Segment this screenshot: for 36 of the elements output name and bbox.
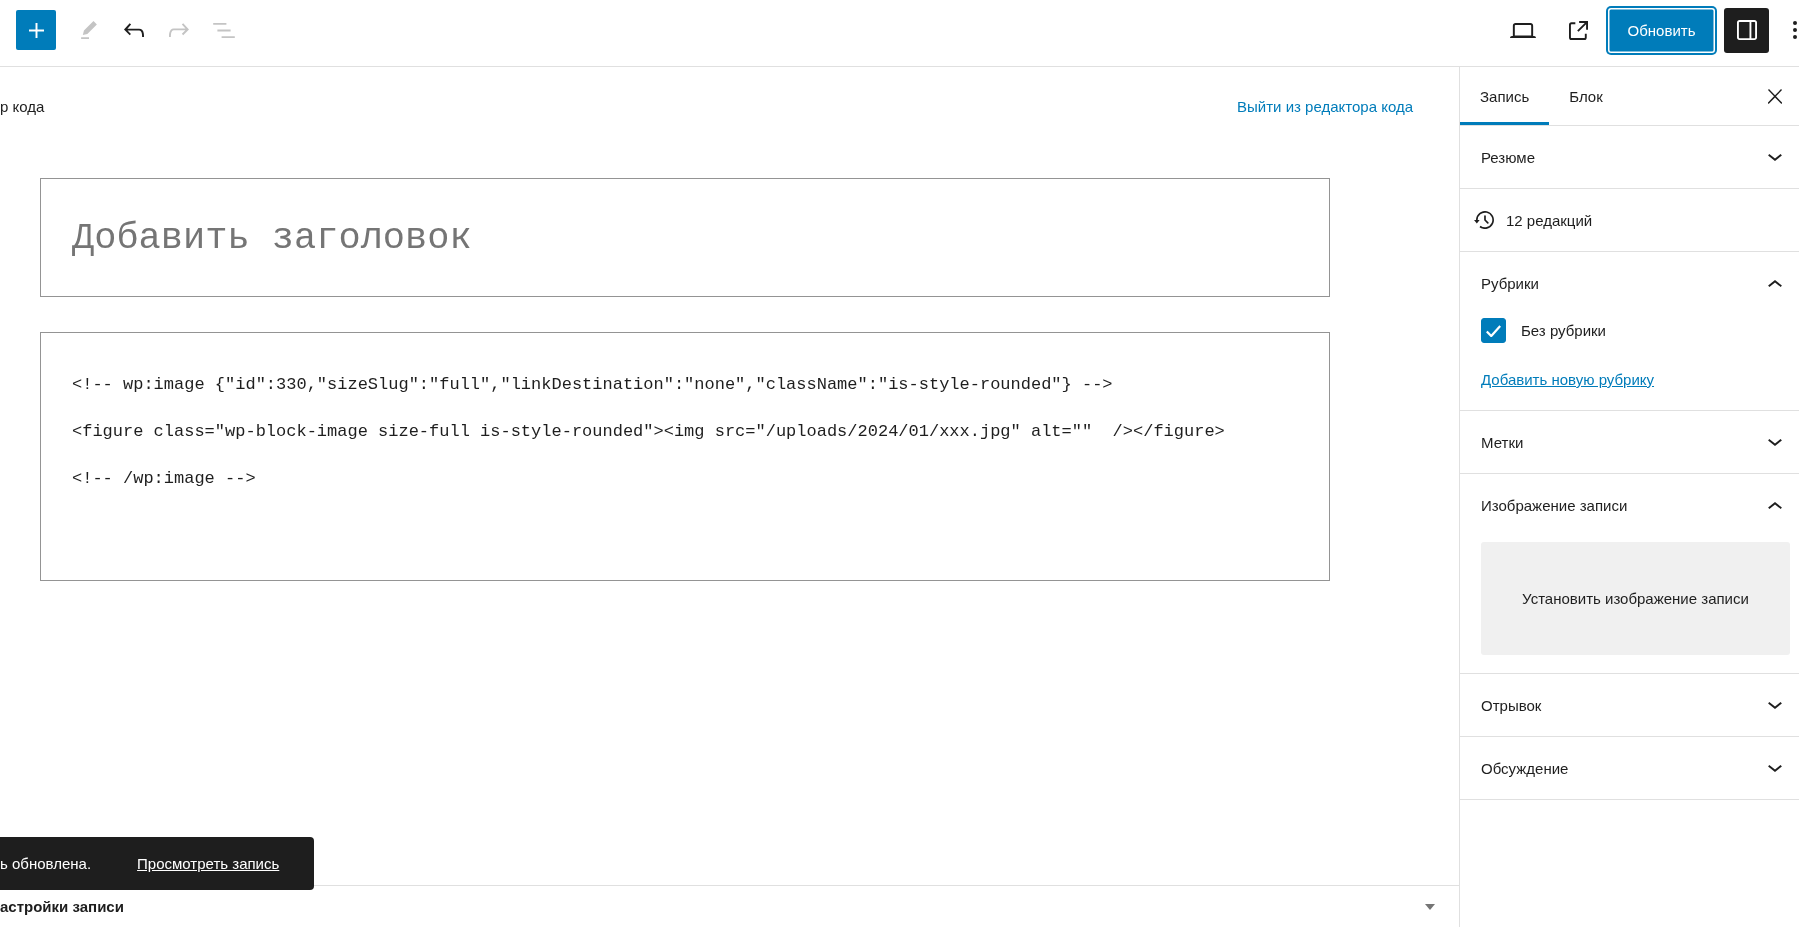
undo-icon (124, 23, 144, 37)
update-button[interactable]: Обновить (1608, 7, 1715, 53)
checkbox-label: Без рубрики (1521, 322, 1606, 339)
sidebar-panel-icon (1736, 20, 1757, 40)
panel-header[interactable]: Рубрики (1460, 252, 1799, 314)
settings-button[interactable] (1724, 7, 1769, 53)
checkbox[interactable] (1481, 318, 1506, 343)
panel-header[interactable]: Резюме (1460, 126, 1799, 188)
sidebar-tab[interactable]: Блок (1549, 67, 1623, 125)
history-icon (1474, 211, 1494, 229)
set-featured-image-button[interactable]: Установить изображение записи (1481, 542, 1790, 655)
laptop-icon (1510, 22, 1536, 38)
add-category-link[interactable]: Добавить новую рубрику (1481, 370, 1655, 390)
panel-header[interactable]: Отрывок (1460, 674, 1799, 736)
snackbar-message: ь обновлена. (0, 855, 92, 872)
more-options-button[interactable] (1793, 21, 1797, 39)
external-link-icon (1568, 20, 1588, 40)
redo-icon (169, 23, 189, 37)
sidebar-tab[interactable]: Запись (1460, 67, 1550, 125)
code-editor-field[interactable]: <!-- wp:image {"id":330,"sizeSlug":"full","linkDestination":"none","className":"is-style-rounded"} --> <figure class="wp-block-image size-full is-style-rounded"><img src="/uploads/2024/01/xxx.jpg" alt="" /></figure> <!-- /wp:image --> (40, 332, 1330, 581)
meta-boxes-toggle[interactable]: астройки записи (0, 886, 1459, 927)
revisions-button[interactable]: 12 редакций (1460, 189, 1799, 251)
panel-header[interactable]: Обсуждение (1460, 737, 1799, 799)
editor-mode-title: р кода (0, 97, 45, 117)
add-block-button[interactable] (16, 10, 56, 50)
more-options-icon (1793, 21, 1797, 39)
exit-code-editor-link[interactable]: Выйти из редактора кода (1237, 97, 1413, 117)
panel-header[interactable]: Метки (1460, 411, 1799, 473)
view-post-link[interactable]: Просмотреть запись (137, 855, 280, 872)
title-field[interactable]: Добавить заголовок (40, 178, 1330, 297)
check-icon (1486, 324, 1501, 337)
plus-icon (28, 22, 44, 38)
close-icon (1768, 88, 1782, 104)
panel-header[interactable]: Изображение записи (1460, 474, 1799, 536)
pencil-icon (81, 21, 97, 39)
list-view-icon (213, 22, 235, 38)
